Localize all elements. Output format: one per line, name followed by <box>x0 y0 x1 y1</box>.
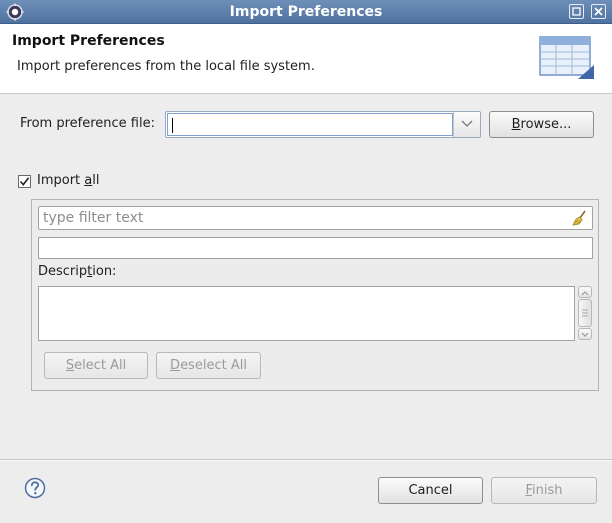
scroll-thumb[interactable] <box>578 299 592 327</box>
select-all-button[interactable]: Select All <box>44 352 148 379</box>
checkmark-icon <box>19 177 30 186</box>
description-label: Description: <box>38 264 117 279</box>
finish-button[interactable]: Finish <box>491 477 597 504</box>
import-all-checkbox[interactable] <box>18 175 31 188</box>
title-bar: Import Preferences <box>0 0 612 24</box>
file-input[interactable] <box>167 113 453 136</box>
text-caret <box>172 118 173 133</box>
chevron-up-icon <box>581 291 589 296</box>
wizard-header: Import Preferences Import preferences fr… <box>0 24 612 94</box>
wizard-table-icon <box>538 35 596 87</box>
grip-icon <box>582 309 588 317</box>
file-label: From preference file: <box>20 116 155 131</box>
window-title: Import Preferences <box>229 4 383 20</box>
footer-divider <box>0 459 612 461</box>
filter-input[interactable]: type filter text <box>38 206 593 230</box>
combo-dropdown-button[interactable] <box>453 112 480 137</box>
description-text-area[interactable] <box>38 286 575 341</box>
scroll-up-button[interactable] <box>578 286 592 298</box>
import-all-label: Import all <box>37 173 100 188</box>
file-combo[interactable] <box>165 111 481 138</box>
description-scrollbar[interactable] <box>577 286 593 341</box>
maximize-button[interactable] <box>569 4 584 19</box>
cancel-button[interactable]: Cancel <box>378 477 483 504</box>
browse-button[interactable]: Browse... <box>489 111 594 138</box>
broom-icon[interactable] <box>572 210 588 230</box>
chevron-down-icon <box>581 332 589 337</box>
deselect-all-button[interactable]: Deselect All <box>156 352 261 379</box>
page-title: Import Preferences <box>12 33 165 49</box>
scroll-down-button[interactable] <box>578 328 592 340</box>
preferences-tree[interactable] <box>38 237 593 259</box>
chevron-down-icon <box>461 120 473 127</box>
close-button[interactable] <box>591 4 606 19</box>
help-icon[interactable] <box>24 477 46 503</box>
page-description: Import preferences from the local file s… <box>17 59 315 74</box>
filter-placeholder: type filter text <box>43 210 144 226</box>
